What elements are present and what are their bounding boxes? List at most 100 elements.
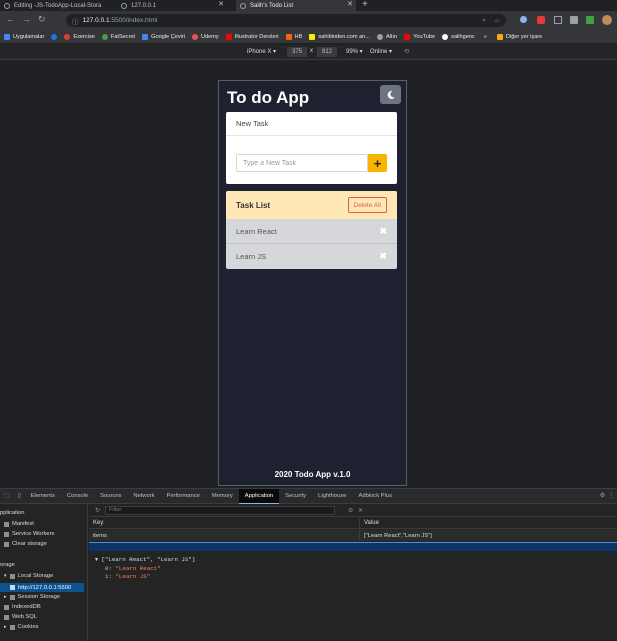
tab-application[interactable]: Application [238,488,280,504]
sidebar-section-storage: orage [0,562,15,568]
tab-adblock-plus[interactable]: Adblock Plus [352,489,398,504]
url-host: 127.0.0.1 [82,17,110,24]
inspect-icon[interactable]: ⬚ [0,493,13,499]
adblock-icon[interactable] [537,16,545,24]
info-icon[interactable]: ⓘ [72,16,79,26]
forward-icon[interactable]: → [22,14,31,24]
bookmark-other[interactable]: Diğer yer işare [496,33,542,40]
folder-icon [496,33,503,40]
sidebar-item-cookies[interactable]: ▸ Cookies [4,624,38,630]
network-throttle-select[interactable]: Online ▾ [370,48,392,55]
youtube-icon [404,33,411,40]
app-footer: 2020 Todo App v.1.0 [274,470,351,479]
preview-array[interactable]: ▾ ["Learn React", "Learn JS"] [95,556,195,565]
tab-title: Editing -JS-TodoApp-Local-Stora [14,2,102,9]
app-title: To do App [227,88,310,107]
storage-row-key[interactable]: items [89,530,360,541]
more-icon[interactable]: ⋮ [608,493,614,499]
storage-grid-icon [9,573,15,579]
tab-memory[interactable]: Memory [206,489,239,504]
browser-tab-editor[interactable]: Editing -JS-TodoApp-Local-Stora [0,0,113,11]
remove-task-icon[interactable]: ✖ [379,251,387,262]
rotate-icon[interactable]: ⟲ [404,48,409,55]
bookmark-illustrator[interactable]: Illustrator Dersleri [225,33,279,40]
sidebar-item-local-storage[interactable]: ▾ Local Storage [4,573,53,579]
value-preview: ▾ ["Learn React", "Learn JS"] 0: "Learn … [95,556,195,582]
browser-tab-todo[interactable]: Salih's Todo List ✕ [236,0,356,11]
extension-icon[interactable] [520,16,527,23]
viewport-width-input[interactable]: 375 [287,47,307,57]
sidebar-item-clear-storage[interactable]: Clear storage [4,541,47,547]
storage-filter-input[interactable] [105,505,336,515]
device-select[interactable]: iPhone X ▾ [247,48,276,55]
sidebar-item-websql[interactable]: Web SQL [4,614,37,620]
task-list-header: Task List Delete All [226,191,397,219]
tab-lighthouse[interactable]: Lighthouse [312,489,352,504]
vue-devtools-icon[interactable] [554,16,562,24]
new-task-input[interactable] [236,154,368,172]
bookmark-altin[interactable]: Altın [376,33,397,40]
gear-icon[interactable]: ⚙ [600,493,605,499]
device-toolbar: iPhone X ▾ 375 x 812 99% ▾ Online ▾ ⟲ [0,45,617,60]
tab-elements[interactable]: Elements [25,489,61,504]
bookmark-sahibinden[interactable]: sahibinden.com an... [309,33,370,40]
avatar[interactable] [602,15,612,25]
bookmark-fatsecret[interactable]: FatSecret [101,33,135,40]
tab-network[interactable]: Network [127,489,160,504]
sidebar-item-indexeddb[interactable]: IndexedDB [4,604,41,610]
delete-all-button[interactable]: Delete All [347,197,387,213]
clear-all-icon[interactable]: ⊘ [348,507,353,514]
sidebar-item-service-workers[interactable]: Service Workers [4,531,54,537]
add-task-button[interactable]: + [368,154,387,172]
sidebar-item-manifest[interactable]: Manifest [4,521,34,527]
github-icon [4,2,10,9]
zoom-icon[interactable]: ⌕ [482,17,486,25]
database-icon [4,614,9,620]
reload-icon[interactable]: ↻ [38,14,46,25]
refresh-icon[interactable]: ↻ [95,507,100,514]
bookmark-facebook[interactable] [51,33,58,40]
address-bar[interactable]: ⓘ 127.0.0.1:5500/index.html ⌕ ☆ [66,14,506,27]
tab-sources[interactable]: Sources [94,489,127,504]
browser-tab-localhost[interactable]: 127.0.0.1 ✕ [117,0,227,11]
bookmark-exercise[interactable]: Exercise [64,33,95,40]
viewport-height-input[interactable]: 812 [317,47,337,57]
bookmark-udemy[interactable]: Udemy [192,33,219,40]
storage-row-value[interactable]: ["Learn React","Learn JS"] [360,530,617,541]
close-icon[interactable]: ✕ [218,0,224,8]
sidebar-item-session-storage[interactable]: ▸ Session Storage [4,594,60,600]
extension-icon[interactable] [570,16,578,24]
theme-toggle-button[interactable] [380,85,401,104]
bookmark-translate[interactable]: Google Çeviri [142,33,185,40]
value-column-header[interactable]: Value [360,518,617,529]
extension-icon[interactable] [586,16,594,24]
bookmark-hb[interactable]: HB [285,33,302,40]
preview-item: 0: "Learn React" [105,564,161,572]
task-list-card: Task List Delete All Learn React ✖ Learn… [226,191,397,269]
bookmarks-more-icon[interactable]: » [484,34,487,40]
task-text: Learn React [236,226,277,236]
device-toggle-icon[interactable]: ▯ [13,493,24,499]
sidebar-item-local-origin[interactable]: http://127.0.0.1:5500 [0,583,84,592]
bookmarks-bar: Uygulamalar Exercise FatSecret Google Çe… [0,30,617,44]
tab-console[interactable]: Console [61,489,94,504]
hb-icon [285,33,292,40]
emulated-viewport: To do App New Task + Task List Delete Al… [0,60,617,488]
close-icon[interactable]: ✕ [347,0,353,8]
delete-selected-icon[interactable]: ✕ [358,507,363,514]
tab-title: Salih's Todo List [250,2,294,9]
storage-row-empty-selected[interactable] [89,542,617,551]
zoom-select[interactable]: 99% ▾ [346,48,363,55]
star-icon[interactable]: ☆ [494,17,500,25]
tab-performance[interactable]: Performance [161,489,206,504]
bookmark-github[interactable]: salihgenc [442,33,475,40]
key-column-header[interactable]: Key [89,518,360,529]
bookmark-apps[interactable]: Uygulamalar [4,33,44,40]
new-tab-button[interactable]: + [362,0,368,10]
storage-toolbar: ↻ ⊘ ✕ [89,504,617,517]
tab-security[interactable]: Security [279,489,312,504]
remove-task-icon[interactable]: ✖ [379,226,387,237]
bookmark-youtube[interactable]: YouTube [404,33,435,40]
back-icon[interactable]: ← [6,14,15,24]
devtools-panel: ⬚ ▯ Elements Console Sources Network Per… [0,488,617,641]
